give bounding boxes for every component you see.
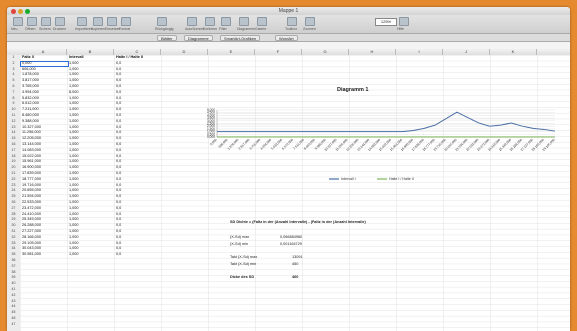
series-line-1 (217, 111, 556, 133)
min-value: 0,001164729 (280, 242, 302, 246)
info-heading: SD Dichte = (Faltz in der (Anzahl Interv… (230, 220, 366, 224)
max-value: 0,066884960 (280, 235, 303, 239)
thickness-label: Dicke des SD (230, 275, 255, 279)
legend-label: Halte I / Halte II (389, 177, 414, 181)
takt-min-value: 450 (292, 262, 299, 266)
line-chart[interactable]: 5,0004,5004,0003,5003,0002,5002,0001,500… (7, 7, 570, 331)
takt-max-value: 13091 (292, 255, 303, 259)
takt-max-label: Takt (X-Sd) max (230, 255, 258, 259)
legend-label: Intervall I (341, 177, 356, 181)
max-label: (X-Sd) max (230, 235, 250, 239)
x-tick-label: 0,000 (209, 138, 218, 147)
thickness-value: 460 (292, 275, 299, 279)
app-window: Mappe 1 125% Neu Öffnen Sichern Drucken Impo… (7, 7, 570, 331)
takt-min-label: Takt (X-Sd) min (230, 262, 257, 266)
min-label: (X-Sd) min (230, 242, 249, 246)
